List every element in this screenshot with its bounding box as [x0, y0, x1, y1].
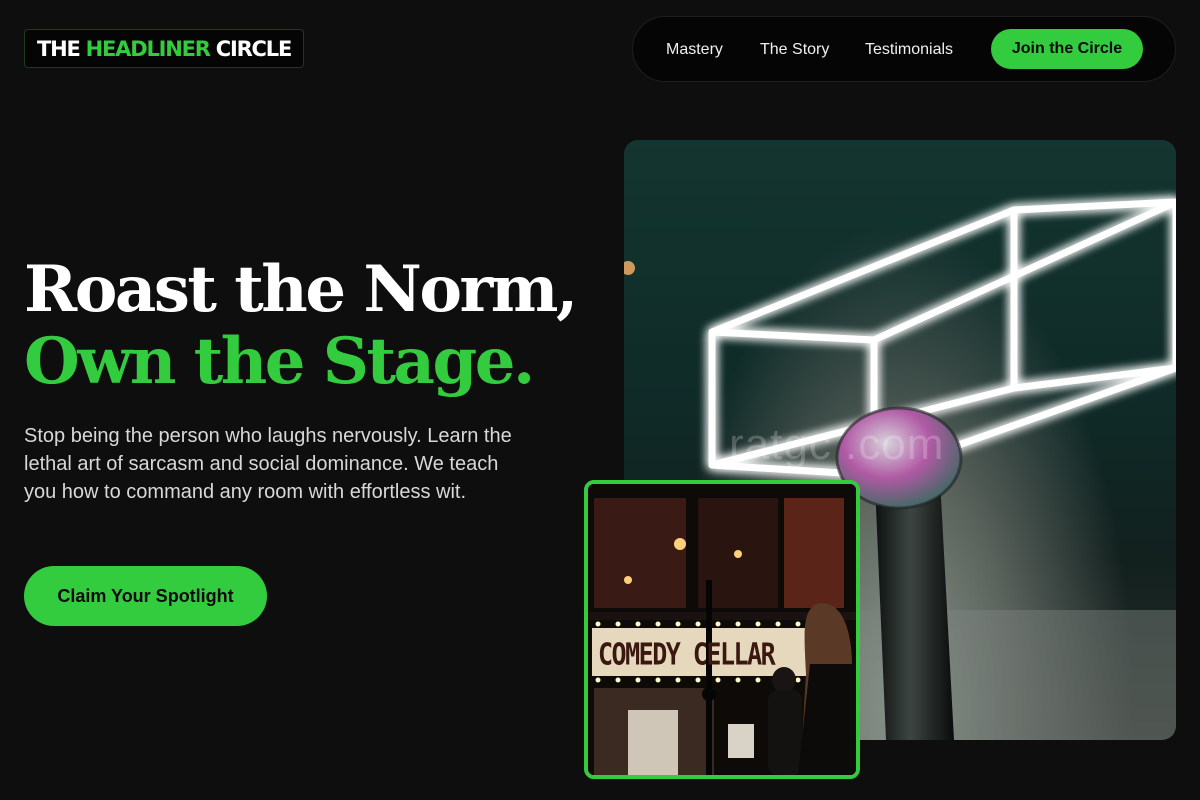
- comedy-cellar-storefront-illustration: [588, 484, 856, 775]
- join-the-circle-button[interactable]: Join the Circle: [991, 29, 1143, 69]
- hero-headline-line-2: Own the Stage.: [24, 324, 535, 399]
- hero-headline: Roast the Norm, Own the Stage.: [24, 252, 578, 399]
- landing-page: THE HEADLINER CIRCLE Mastery The Story T…: [0, 0, 1200, 800]
- top-nav: Mastery The Story Testimonials Join the …: [632, 16, 1176, 82]
- inset-image-comedy-cellar: COMEDY CELLAR: [584, 480, 860, 779]
- logo-word-headliner: HEADLINER: [85, 36, 211, 61]
- logo-word-circle: CIRCLE: [215, 36, 293, 61]
- brand-logo[interactable]: THE HEADLINER CIRCLE: [24, 29, 305, 68]
- logo-word-the: THE: [37, 36, 81, 61]
- nav-link-the-story[interactable]: The Story: [760, 41, 829, 59]
- hero-headline-line-1: Roast the Norm,: [24, 252, 578, 327]
- claim-your-spotlight-button[interactable]: Claim Your Spotlight: [24, 566, 267, 626]
- nav-link-testimonials[interactable]: Testimonials: [865, 41, 953, 59]
- image-watermark: ratgc .com: [729, 420, 945, 469]
- hero-subtext: Stop being the person who laughs nervous…: [24, 425, 512, 503]
- comedy-cellar-sign-text: COMEDY CELLAR: [598, 637, 776, 672]
- nav-link-mastery[interactable]: Mastery: [666, 41, 723, 59]
